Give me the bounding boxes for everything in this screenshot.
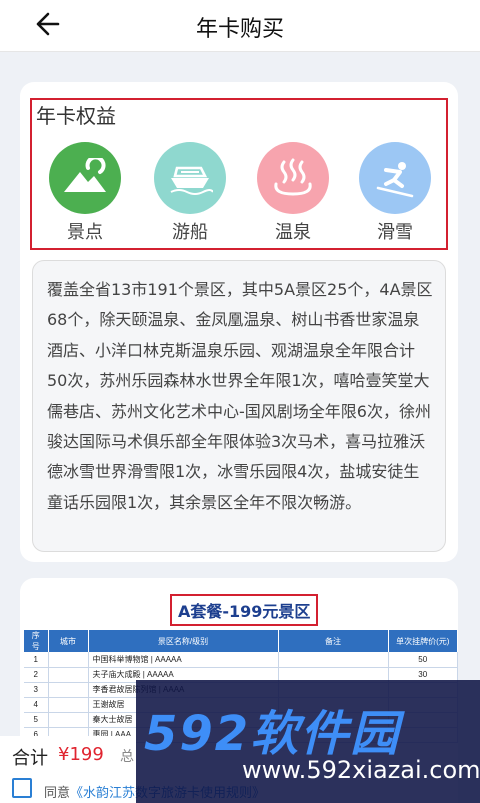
package-title: A套餐-199元景区 [170,594,319,626]
table-header-cell: 城市 [48,630,89,652]
table-cell [48,652,89,668]
watermark-logo: 592软件园 [144,706,401,762]
table-cell: 3 [24,682,49,698]
table-header-cell: 备注 [278,630,389,652]
table-header-row: 序号 城市 景区名称/级别 备注 单次挂牌价(元) [24,630,458,652]
table-cell: 2 [24,667,49,683]
table-cell: 4 [24,697,49,713]
benefit-item-cruise[interactable]: 游船 [145,142,235,244]
watermark-overlay: 592软件园 www.592xiazai.com [136,680,480,803]
table-cell: 中国科举博物馆 | AAAAA [88,652,279,668]
page-title: 年卡购买 [195,17,284,42]
table-cell: 1 [24,652,49,668]
top-nav-bar: 年卡购买 [0,0,480,52]
benefit-item-scenic[interactable]: 景点 [40,142,130,244]
agree-prefix: 同意 [44,786,71,801]
bottom-purchase-bar: 合计 ¥199 总 同意《水韵江苏数字旅游卡使用规则》 [0,736,265,803]
agree-checkbox[interactable] [12,778,32,798]
benefit-item-hotspring[interactable]: 温泉 [248,142,338,244]
total-price: ¥199 [58,744,104,765]
skiing-icon [359,142,431,214]
table-header-cell: 单次挂牌价(元) [388,630,458,652]
total-label: 合计 [12,748,48,769]
benefit-label: 游船 [172,222,208,243]
table-cell: 50 [388,652,458,668]
benefit-label: 温泉 [275,222,311,243]
table-cell [278,652,389,668]
mountain-icon [49,142,121,214]
benefits-description: 覆盖全省13市191个景区，其中5A景区25个，4A景区68个，除天颐温泉、金凤… [32,260,446,552]
table-header-cell: 序号 [24,630,49,652]
table-cell: 5 [24,712,49,728]
watermark-url: www.592xiazai.com [242,756,480,784]
table-cell [48,667,89,683]
hot-spring-icon [257,142,329,214]
benefit-item-skiing[interactable]: 滑雪 [350,142,440,244]
table-header-cell: 景区名称/级别 [88,630,279,652]
table-cell [48,697,89,713]
benefits-title: 年卡权益 [36,104,116,128]
table-row: 1 中国科举博物馆 | AAAAA 50 [24,652,458,668]
benefit-label: 滑雪 [377,222,413,243]
benefit-label: 景点 [67,222,103,243]
table-cell [48,712,89,728]
table-cell [48,682,89,698]
benefits-card: 年卡权益 景点 游船 温泉 滑雪 覆盖全省13市191个景区，其中5A景区25个… [20,82,458,562]
ship-icon [154,142,226,214]
total-tail: 总 [120,749,134,765]
